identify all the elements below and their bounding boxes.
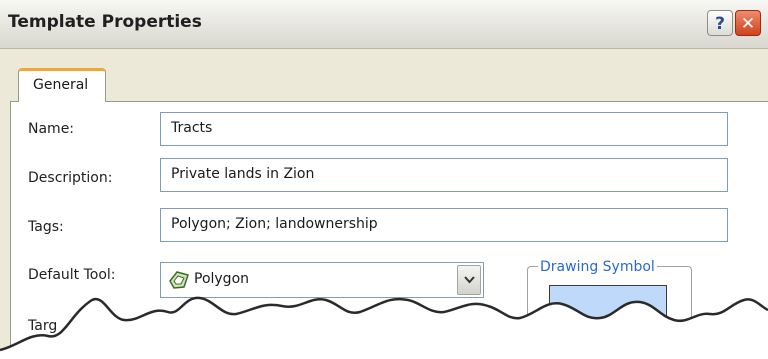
default-tool-label: Default Tool: bbox=[28, 267, 116, 283]
drawing-symbol-swatch[interactable] bbox=[549, 285, 667, 359]
description-value: Private lands in Zion bbox=[171, 166, 315, 182]
template-properties-dialog: Template Properties ? ✕ General Name: Tr… bbox=[0, 0, 768, 359]
name-field[interactable]: Tracts bbox=[160, 112, 728, 146]
chevron-down-icon bbox=[464, 276, 475, 284]
close-icon: ✕ bbox=[740, 14, 756, 34]
description-field[interactable]: Private lands in Zion bbox=[160, 158, 728, 192]
target-label-partial: Targ bbox=[28, 318, 58, 334]
dialog-title: Template Properties bbox=[8, 12, 202, 32]
target-value-partial: T bbox=[160, 318, 169, 334]
dropdown-button[interactable] bbox=[457, 265, 481, 295]
tags-label: Tags: bbox=[28, 219, 64, 235]
tab-general-label: General bbox=[33, 77, 89, 93]
default-tool-dropdown[interactable]: Polygon bbox=[160, 262, 484, 298]
name-value: Tracts bbox=[171, 120, 213, 136]
name-label: Name: bbox=[28, 121, 75, 137]
help-button[interactable]: ? bbox=[707, 10, 733, 36]
help-icon: ? bbox=[715, 14, 725, 34]
drawing-symbol-label: Drawing Symbol bbox=[538, 259, 657, 275]
tags-value: Polygon; Zion; landownership bbox=[171, 216, 378, 232]
default-tool-value: Polygon bbox=[194, 271, 250, 287]
description-label: Description: bbox=[28, 170, 113, 186]
close-button[interactable]: ✕ bbox=[735, 10, 761, 36]
tags-field[interactable]: Polygon; Zion; landownership bbox=[160, 208, 728, 242]
tab-general[interactable]: General bbox=[18, 68, 106, 102]
title-bar[interactable]: Template Properties ? ✕ bbox=[0, 0, 768, 49]
polygon-tool-icon bbox=[168, 270, 190, 290]
